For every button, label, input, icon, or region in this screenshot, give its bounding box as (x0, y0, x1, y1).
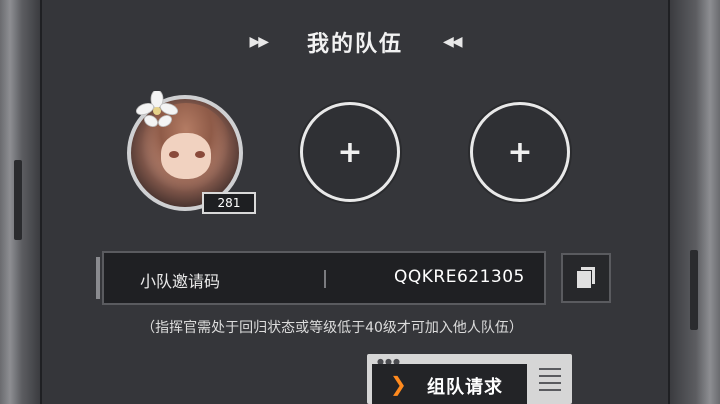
level-badge: 281 (202, 192, 256, 214)
right-frame-rail (668, 0, 720, 404)
page-title: 我的队伍 (306, 32, 403, 57)
rail-notch (690, 250, 698, 330)
left-frame-rail (0, 0, 42, 404)
chevron-right-icon: ❯ (390, 372, 407, 396)
divider (324, 270, 326, 288)
flower-ornament-icon (135, 91, 179, 127)
avatar-eye (169, 151, 179, 158)
team-request-button[interactable]: ●●● ❯ 组队请求 (367, 354, 572, 404)
rail-notch (14, 160, 22, 240)
invite-code-value: QQKRE621305 (394, 267, 525, 287)
team-panel: ▶▶ 我的队伍 ◀◀ 281 + + 小队邀请码 QQKRE621305 （指挥… (42, 0, 668, 404)
leader-avatar[interactable]: 281 (117, 85, 257, 220)
team-request-label: 组队请求 (427, 377, 503, 398)
avatar-eye (195, 151, 205, 158)
copy-icon (577, 267, 595, 288)
plus-icon: + (337, 134, 363, 170)
copy-button[interactable] (561, 253, 611, 303)
team-request-inner: ❯ 组队请求 (372, 364, 527, 404)
invite-code-bar: 小队邀请码 QQKRE621305 (96, 251, 546, 305)
join-hint-text: （指挥官需处于回归状态或等级低于40级才可加入他人队伍） (141, 320, 523, 336)
plus-icon: + (507, 134, 533, 170)
title-row: ▶▶ 我的队伍 ◀◀ (42, 24, 668, 60)
empty-slot-2[interactable]: + (470, 102, 570, 202)
empty-slot-1[interactable]: + (300, 102, 400, 202)
menu-lines-icon (539, 368, 561, 396)
game-screen: ▶▶ 我的队伍 ◀◀ 281 + + 小队邀请码 QQKRE621305 （指挥… (0, 0, 720, 404)
invite-code-label: 小队邀请码 (140, 272, 221, 291)
left-arrows-icon: ▶▶ (249, 34, 268, 50)
right-arrows-icon: ◀◀ (443, 34, 462, 50)
